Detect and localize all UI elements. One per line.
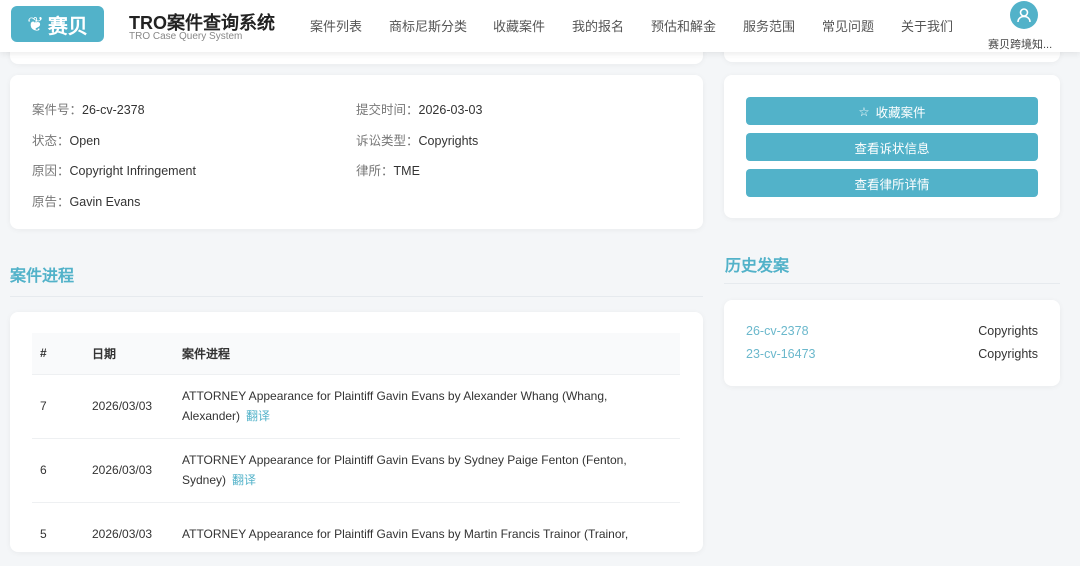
law-firm: 律所：TME: [356, 164, 420, 178]
progress-table: # 日期 案件进程 7 2026/03/03 ATTORNEY Appearan…: [32, 333, 680, 566]
view-complaint-button[interactable]: 查看诉状信息: [746, 133, 1038, 161]
app-subtitle: TRO Case Query System: [129, 31, 243, 42]
nav-nice-classes[interactable]: 商标尼斯分类: [389, 16, 467, 35]
actions-card: ☆ 收藏案件 查看诉状信息 查看律所详情: [724, 75, 1060, 218]
nav-faq[interactable]: 常见问题: [822, 16, 874, 35]
case-info-card: 案件号：26-cv-2378 提交时间：2026-03-03 状态：Open 诉…: [10, 75, 703, 229]
table-header: # 日期 案件进程: [32, 333, 680, 374]
logo-icon: ❦: [27, 13, 44, 36]
divider: [10, 296, 703, 297]
divider: [724, 283, 1060, 284]
nav-settlement-estimate[interactable]: 预估和解金: [651, 16, 716, 35]
history-item: 26-cv-2378 Copyrights: [746, 324, 1038, 338]
case-status: 状态：Open: [32, 134, 101, 148]
progress-card: # 日期 案件进程 7 2026/03/03 ATTORNEY Appearan…: [10, 312, 703, 566]
translate-link[interactable]: 翻译: [232, 473, 256, 487]
star-icon: ☆: [858, 104, 870, 119]
case-type: 诉讼类型：Copyrights: [356, 134, 479, 148]
user-avatar[interactable]: [1010, 1, 1038, 29]
table-row: 5 2026/03/03 ATTORNEY Appearance for Pla…: [32, 501, 680, 566]
history-case-link[interactable]: 23-cv-16473: [746, 347, 816, 361]
plaintiff: 原告：Gavin Evans: [32, 195, 141, 209]
favorite-case-button[interactable]: ☆ 收藏案件: [746, 97, 1038, 125]
nav-my-registrations[interactable]: 我的报名: [572, 16, 624, 35]
table-row: 7 2026/03/03 ATTORNEY Appearance for Pla…: [32, 373, 680, 438]
progress-section-title: 案件进程: [10, 268, 75, 285]
history-card: 26-cv-2378 Copyrights 23-cv-16473 Copyrigh…: [724, 300, 1060, 386]
submit-date: 提交时间：2026-03-03: [356, 103, 483, 117]
logo[interactable]: ❦ 赛贝: [11, 6, 104, 42]
user-name: 赛贝跨境知...: [988, 39, 1053, 51]
nav-services[interactable]: 服务范围: [743, 16, 795, 35]
nav-favorites[interactable]: 收藏案件: [493, 16, 545, 35]
user-icon: [1017, 8, 1031, 23]
case-cause: 原因：Copyright Infringement: [32, 164, 196, 178]
history-item: 23-cv-16473 Copyrights: [746, 347, 1038, 361]
table-row: 6 2026/03/03 ATTORNEY Appearance for Pla…: [32, 437, 680, 502]
nav-about[interactable]: 关于我们: [901, 16, 953, 35]
top-navbar: ❦ 赛贝 TRO案件查询系统 TRO Case Query System 案件列表…: [0, 0, 1080, 52]
view-firm-button[interactable]: 查看律所详情: [746, 169, 1038, 197]
history-case-link[interactable]: 26-cv-2378: [746, 324, 809, 338]
history-section-title: 历史发案: [725, 258, 790, 275]
translate-link[interactable]: 翻译: [246, 409, 270, 423]
nav-case-list[interactable]: 案件列表: [310, 16, 362, 35]
case-number: 案件号：26-cv-2378: [32, 103, 145, 117]
